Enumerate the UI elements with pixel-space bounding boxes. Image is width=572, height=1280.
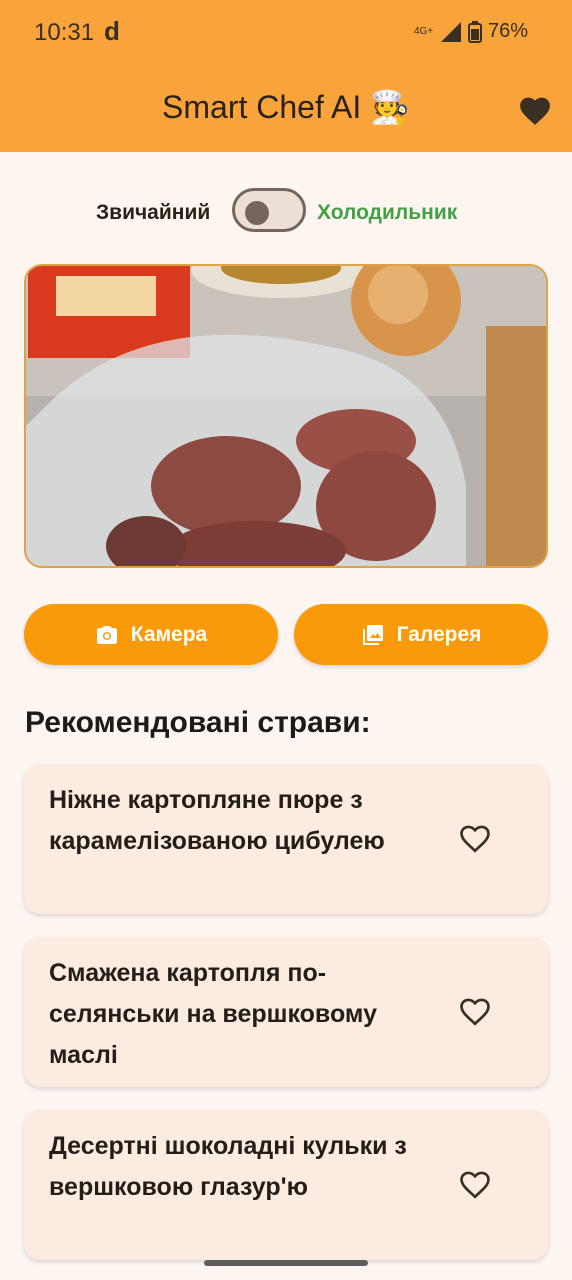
switch-knob	[245, 201, 269, 225]
favorite-outline-icon[interactable]	[458, 995, 492, 1027]
battery-percent: 76%	[487, 20, 528, 42]
ingredients-photo[interactable]	[24, 264, 548, 568]
camera-button[interactable]: Камера	[24, 604, 278, 665]
gallery-button[interactable]: Галерея	[294, 604, 548, 665]
recommendations-title: Рекомендовані страви:	[25, 706, 371, 739]
mode-fridge-label: Холодильник	[317, 201, 458, 224]
signal-icon	[440, 21, 461, 42]
mode-normal-label: Звичайний	[96, 201, 211, 224]
recipe-card[interactable]: Смажена картопля по-селянськи на вершков…	[24, 937, 548, 1087]
mode-toggle-row: Звичайний Холодильник	[0, 186, 572, 238]
recipe-card[interactable]: Десертні шоколадні кульки з вершковою гл…	[24, 1110, 548, 1260]
recipe-card[interactable]: Ніжне картопляне пюре з карамелізованою …	[24, 764, 548, 914]
recipe-name: Смажена картопля по-селянськи на вершков…	[49, 959, 377, 1069]
carrier-mark: d	[104, 16, 120, 46]
camera-icon	[96, 625, 117, 644]
status-right: 4G+ 76%	[414, 20, 528, 43]
camera-button-label: Камера	[130, 622, 208, 646]
favorites-heart-icon[interactable]	[518, 94, 552, 126]
gallery-icon	[362, 624, 383, 645]
recipe-name: Ніжне картопляне пюре з карамелізованою …	[49, 786, 385, 855]
status-bar: 10:31 d 4G+ 76%	[0, 0, 572, 66]
status-time: 10:31	[34, 19, 95, 46]
home-indicator[interactable]	[204, 1260, 368, 1266]
favorite-outline-icon[interactable]	[458, 1168, 492, 1200]
app-title: Smart Chef AI 🧑‍🍳	[162, 89, 410, 125]
battery-icon	[467, 20, 482, 43]
network-type: 4G+	[413, 25, 434, 37]
recipe-name: Десертні шоколадні кульки з вершковою гл…	[49, 1132, 407, 1201]
favorite-outline-icon[interactable]	[458, 822, 492, 854]
top-app-bar: 10:31 d 4G+ 76% Smart Chef AI 🧑‍🍳	[0, 0, 572, 152]
fridge-mode-switch[interactable]	[232, 188, 306, 232]
gallery-button-label: Галерея	[396, 622, 482, 646]
